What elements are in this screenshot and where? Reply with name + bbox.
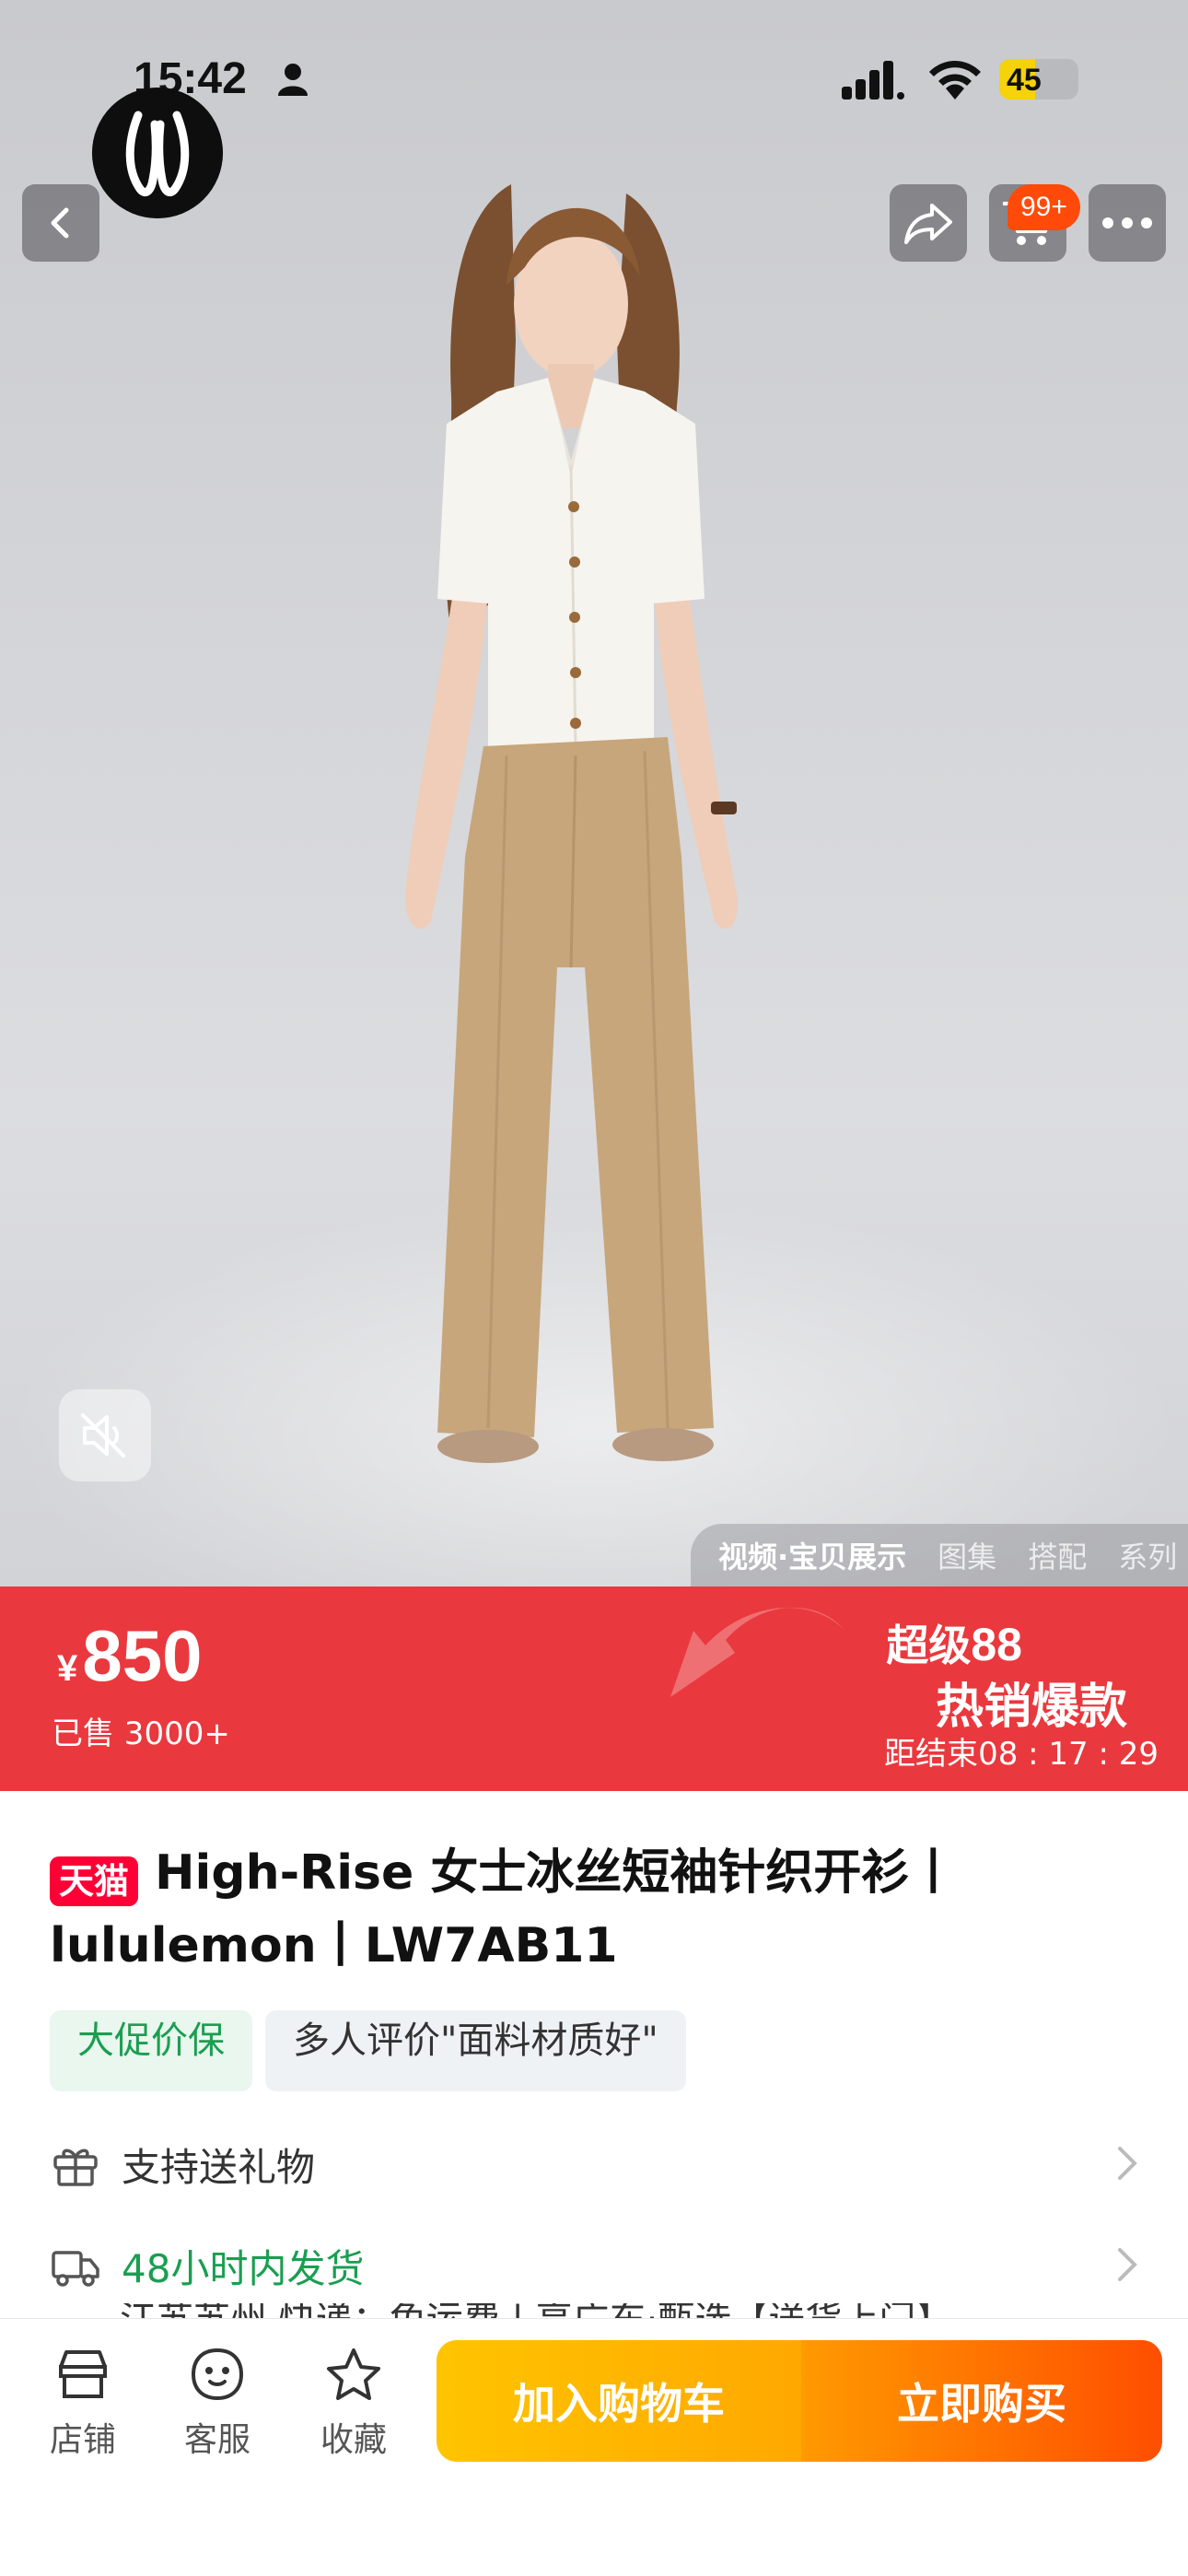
favorite-label: 收藏	[320, 2421, 387, 2459]
customer-service-button[interactable]: 客服	[162, 2347, 273, 2461]
battery-text: 45	[1007, 63, 1042, 98]
price-value: 850	[82, 1615, 203, 1696]
product-media-hero[interactable]: 15:42 45 99+ 视频·宝贝展示 图集 搭配 系列	[0, 0, 1188, 1587]
media-tabs: 视频·宝贝展示 图集 搭配 系列	[691, 1524, 1188, 1587]
shipping-row[interactable]: 48小时内发货	[50, 2233, 1138, 2298]
chevron-right-icon	[1118, 2147, 1137, 2180]
more-button[interactable]	[1089, 184, 1166, 262]
countdown-time: 08 : 17 : 29	[978, 1736, 1159, 1773]
countdown: 距结束08 : 17 : 29	[884, 1728, 1159, 1774]
cellular-signal-icon	[842, 61, 904, 100]
price-banner: ¥ 850 已售 3000+ 超级88 热销爆款 距结束08 : 17 : 29	[0, 1587, 1188, 1791]
service-icon	[191, 2348, 244, 2401]
mute-button[interactable]	[59, 1389, 151, 1481]
shop-icon	[59, 2350, 107, 2398]
tab-gallery[interactable]: 图集	[938, 1534, 996, 1576]
share-icon	[904, 204, 952, 244]
back-button[interactable]	[22, 184, 99, 262]
price-currency: ¥	[57, 1648, 78, 1689]
gift-label: 支持送礼物	[122, 2144, 316, 2190]
product-tags: 大促价保 多人评价"面料材质好"	[50, 2010, 686, 2091]
promo-title: 超级88	[886, 1612, 1022, 1673]
sold-count: 已售 3000+	[52, 1715, 230, 1752]
promo-arrow-icon	[670, 1607, 845, 1697]
share-button[interactable]	[890, 184, 967, 262]
person-icon	[278, 64, 308, 96]
product-title-block: 天猫 High-Rise 女士冰丝短袖针织开衫丨lululemon丨LW7AB11	[50, 1837, 1146, 1982]
star-icon	[327, 2348, 380, 2400]
tab-video[interactable]: 视频·宝贝展示	[718, 1534, 906, 1576]
gift-icon	[53, 2149, 98, 2186]
shop-button[interactable]: 店铺	[28, 2347, 138, 2461]
battery-indicator: 45	[999, 59, 1078, 100]
tab-outfit[interactable]: 搭配	[1028, 1534, 1087, 1576]
add-to-cart-button[interactable]: 加入购物车	[437, 2340, 801, 2462]
product-title: High-Rise 女士冰丝短袖针织开衫丨lululemon丨LW7AB11	[50, 1845, 958, 1973]
truck-icon	[52, 2251, 99, 2287]
favorite-button[interactable]: 收藏	[298, 2347, 409, 2461]
back-icon	[51, 207, 69, 239]
service-label: 客服	[183, 2421, 250, 2459]
tmall-badge: 天猫	[50, 1856, 139, 1906]
promo-title-number: 88	[971, 1619, 1022, 1670]
tag-review-highlight[interactable]: 多人评价"面料材质好"	[265, 2010, 686, 2091]
more-icon	[1102, 217, 1152, 228]
mute-icon	[81, 1413, 125, 1458]
cart-count-badge: 99+	[1007, 184, 1080, 230]
promo-title-prefix: 超级	[886, 1621, 972, 1670]
gift-row[interactable]: 支持送礼物	[50, 2132, 1138, 2196]
lululemon-logo[interactable]	[92, 88, 223, 218]
promo-subtitle: 热销爆款	[935, 1680, 1127, 1735]
shop-label: 店铺	[49, 2421, 116, 2459]
shipping-label: 48小时内发货	[122, 2245, 365, 2291]
countdown-label: 距结束	[884, 1736, 979, 1773]
product-model-image	[404, 184, 738, 1463]
buy-now-button[interactable]: 立即购买	[801, 2340, 1162, 2462]
wifi-icon	[929, 61, 981, 100]
chevron-right-icon	[1118, 2248, 1137, 2281]
tag-price-protect[interactable]: 大促价保	[50, 2010, 252, 2091]
price: ¥ 850	[57, 1614, 202, 1698]
tab-series[interactable]: 系列	[1118, 1534, 1177, 1576]
